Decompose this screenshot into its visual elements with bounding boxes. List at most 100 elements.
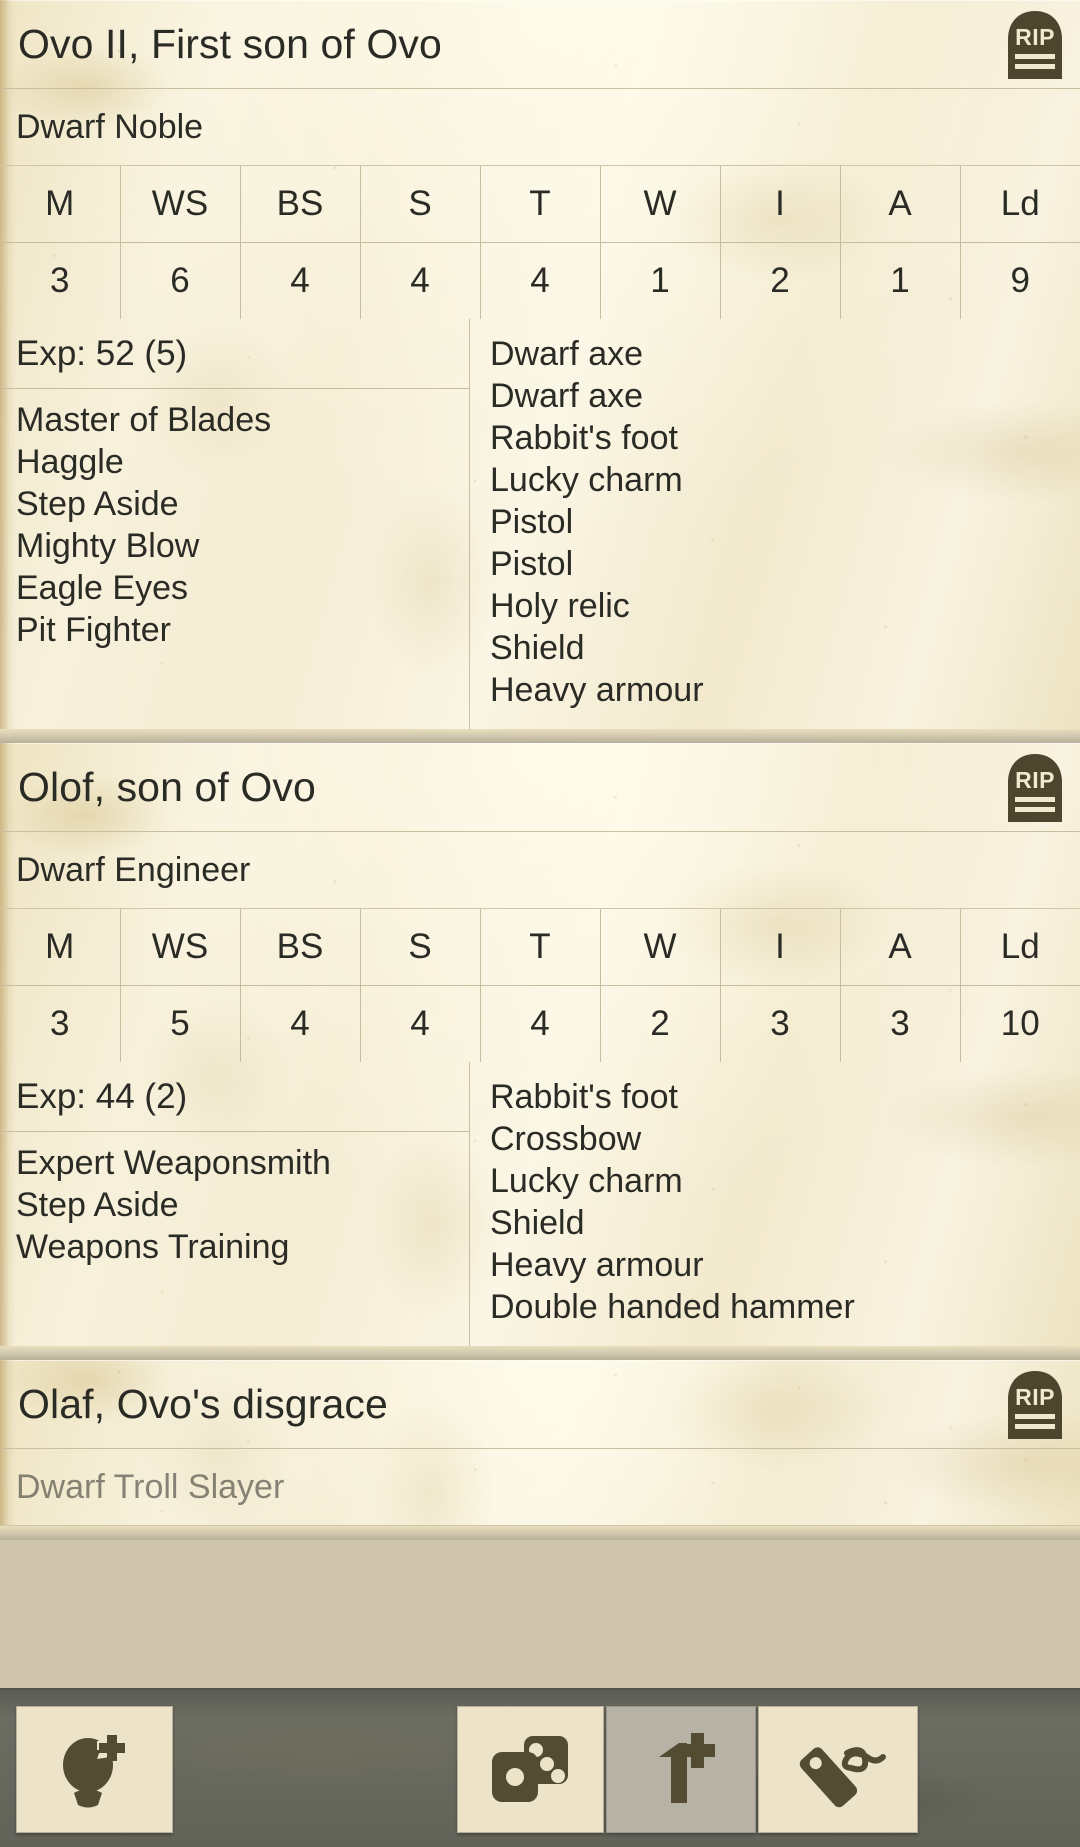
skill-list: Master of Blades Haggle Step Aside Might… (0, 389, 469, 669)
skill-item: Mighty Blow (16, 527, 200, 565)
warrior-name: Olaf, Ovo's disgrace (18, 1380, 388, 1427)
advance-button[interactable] (606, 1706, 756, 1833)
warrior-details: Exp: 44 (2) Expert Weaponsmith Step Asid… (0, 1062, 1080, 1346)
stat-header: WS (120, 909, 241, 986)
stat-value: 2 (600, 985, 721, 1062)
dice-icon (491, 1735, 568, 1802)
warrior-header[interactable]: Ovo II, First son of Ovo RIP (0, 0, 1080, 89)
experience: Exp: 52 (5) (0, 319, 469, 389)
warrior-name: Ovo II, First son of Ovo (18, 20, 442, 67)
equipment-item: Heavy armour (490, 671, 704, 709)
stat-value-row: 3 6 4 4 4 1 2 1 9 (0, 242, 1080, 319)
stat-header: I (720, 166, 841, 243)
stat-header: W (600, 166, 721, 243)
stat-header: WS (120, 166, 241, 243)
equipment-item: Rabbit's foot (490, 1078, 678, 1116)
skill-item: Step Aside (16, 485, 179, 523)
warrior-header[interactable]: Olaf, Ovo's disgrace RIP (0, 1360, 1080, 1449)
warrior-type-row: Dwarf Troll Slayer (0, 1449, 1080, 1526)
equipment-item: Shield (490, 1204, 585, 1242)
stat-value: 2 (720, 242, 841, 319)
stat-value: 4 (360, 985, 481, 1062)
warrior-card[interactable]: Olaf, Ovo's disgrace RIP Dwarf Troll Sla… (0, 1360, 1080, 1540)
skills-panel: Exp: 44 (2) Expert Weaponsmith Step Asid… (0, 1062, 470, 1346)
stat-header-row: M WS BS S T W I A Ld (0, 166, 1080, 243)
stat-header: S (360, 166, 481, 243)
skill-item: Haggle (16, 443, 124, 481)
warrior-details: Exp: 52 (5) Master of Blades Haggle Step… (0, 319, 1080, 729)
stat-value: 3 (840, 985, 961, 1062)
stat-table: M WS BS S T W I A Ld 3 6 4 4 4 1 2 1 9 (0, 166, 1080, 319)
stat-header: BS (240, 166, 361, 243)
stat-value: 4 (240, 242, 361, 319)
stat-value: 9 (1010, 261, 1030, 300)
equipment-item: Pistol (490, 545, 574, 583)
stat-header: A (840, 166, 961, 243)
equipment-item: Lucky charm (490, 1162, 683, 1200)
equipment-item: Dwarf axe (490, 335, 644, 373)
equipment-item: Pistol (490, 503, 574, 541)
stat-header: BS (240, 909, 361, 986)
dice-roll-button[interactable] (457, 1706, 604, 1833)
warband-roster-screen: Ovo II, First son of Ovo RIP Dwarf Noble… (0, 0, 1080, 1847)
stat-header: T (480, 166, 601, 243)
stat-value: 10 (1000, 1004, 1040, 1043)
warrior-card[interactable]: Olof, son of Ovo RIP Dwarf Engineer M WS… (0, 743, 1080, 1360)
equipment-item: Crossbow (490, 1120, 642, 1158)
warrior-type: Dwarf Engineer (16, 850, 251, 889)
equipment-list: Dwarf axe Dwarf axe Rabbit's foot Lucky … (470, 319, 1080, 729)
stat-value: 3 (0, 242, 121, 319)
warrior-name: Olof, son of Ovo (18, 763, 316, 810)
rip-tombstone-icon: RIP (1008, 11, 1062, 79)
add-warrior-button[interactable] (16, 1706, 173, 1833)
equipment-item: Double handed hammer (490, 1288, 855, 1326)
warrior-type: Dwarf Noble (16, 107, 204, 146)
equipment-item: Dwarf axe (490, 377, 644, 415)
stat-value: 3 (0, 985, 121, 1062)
stat-header: M (0, 166, 121, 243)
rip-tombstone-icon: RIP (1008, 754, 1062, 822)
warrior-header[interactable]: Olof, son of Ovo RIP (0, 743, 1080, 832)
stat-header: M (0, 909, 121, 986)
svg-text:RIP: RIP (1015, 767, 1055, 793)
equipment-item: Shield (490, 629, 585, 667)
price-tag-button[interactable] (758, 1706, 918, 1833)
warrior-list[interactable]: Ovo II, First son of Ovo RIP Dwarf Noble… (0, 0, 1080, 1690)
svg-text:RIP: RIP (1015, 24, 1055, 50)
stat-value: 4 (480, 985, 601, 1062)
equipment-item: Lucky charm (490, 461, 683, 499)
skills-panel: Exp: 52 (5) Master of Blades Haggle Step… (0, 319, 470, 729)
stat-header: W (600, 909, 721, 986)
stat-value: 3 (720, 985, 841, 1062)
stat-value: 6 (120, 242, 241, 319)
stat-header: Ld (960, 166, 1080, 243)
skill-item: Step Aside (16, 1186, 179, 1224)
one-plus-icon (659, 1732, 715, 1803)
svg-text:RIP: RIP (1015, 1384, 1055, 1410)
rip-tombstone-icon: RIP (1008, 1371, 1062, 1439)
warrior-type: Dwarf Troll Slayer (16, 1467, 285, 1506)
skill-item: Expert Weaponsmith (16, 1144, 331, 1182)
warrior-type-row: Dwarf Noble (0, 89, 1080, 166)
stat-value: 4 (240, 985, 361, 1062)
stat-value: 5 (120, 985, 241, 1062)
experience: Exp: 44 (2) (0, 1062, 469, 1132)
stat-value-row: 3 5 4 4 4 2 3 3 10 (0, 985, 1080, 1062)
stat-header: A (840, 909, 961, 986)
stat-table: M WS BS S T W I A Ld 3 5 4 4 4 2 3 3 10 (0, 909, 1080, 1062)
stat-value: 1 (840, 242, 961, 319)
equipment-item: Rabbit's foot (490, 419, 678, 457)
stat-header: T (480, 909, 601, 986)
stat-value: 1 (600, 242, 721, 319)
skill-item: Eagle Eyes (16, 569, 188, 607)
skill-item: Pit Fighter (16, 611, 171, 649)
equipment-item: Holy relic (490, 587, 630, 625)
skill-item: Master of Blades (16, 401, 272, 439)
skill-list: Expert Weaponsmith Step Aside Weapons Tr… (0, 1132, 469, 1286)
equipment-list: Rabbit's foot Crossbow Lucky charm Shiel… (470, 1062, 1080, 1346)
warrior-card[interactable]: Ovo II, First son of Ovo RIP Dwarf Noble… (0, 0, 1080, 743)
stat-header-row: M WS BS S T W I A Ld (0, 909, 1080, 986)
price-tag-icon (799, 1746, 886, 1807)
bottom-toolbar (0, 1688, 1080, 1847)
stat-header: S (360, 909, 481, 986)
